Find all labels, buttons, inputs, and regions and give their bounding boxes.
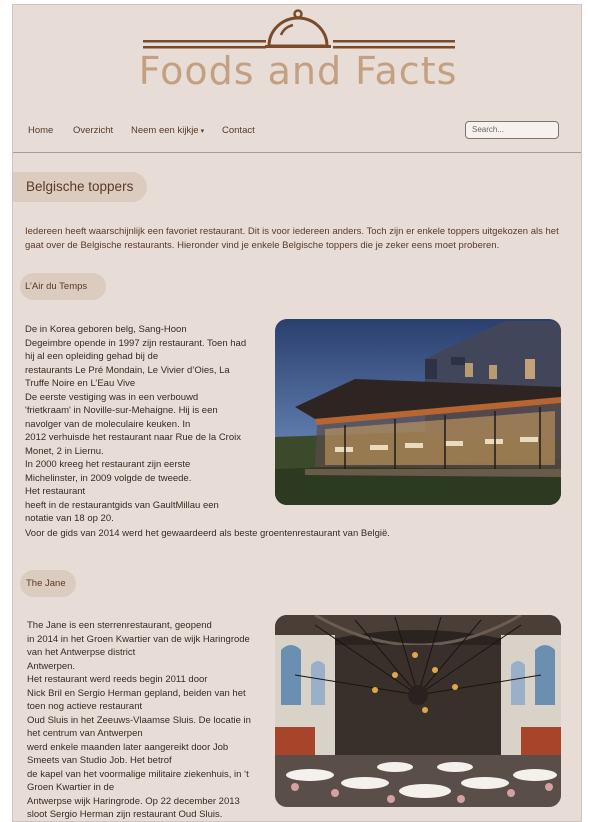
restaurant-photo-1	[275, 319, 561, 505]
site-logo[interactable]: Foods and Facts	[13, 5, 581, 105]
chevron-down-icon: ▾	[200, 128, 205, 135]
restaurant-photo-2-image	[275, 615, 561, 807]
search-placeholder: Search...	[472, 125, 505, 134]
nav-neem-een-kijkje-label: Neem een kijkje	[131, 125, 199, 136]
restaurant-photo-2	[275, 615, 561, 807]
nav-contact[interactable]: Contact	[222, 125, 255, 136]
nav-divider	[13, 152, 581, 153]
nav-home[interactable]: Home	[28, 125, 53, 136]
restaurant-footer-1: Voor de gids van 2014 werd het gewaardee…	[25, 528, 390, 539]
navbar: Home Overzicht Neem een kijkje ▾ Contact …	[13, 117, 581, 151]
search-input[interactable]: Search...	[465, 121, 559, 139]
restaurant-photo-1-image	[275, 319, 561, 505]
nav-overzicht[interactable]: Overzicht	[73, 125, 113, 136]
site-title: Foods and Facts	[138, 49, 458, 93]
intro-text: Iedereen heeft waarschijnlijk een favori…	[25, 226, 559, 251]
nav-neem-een-kijkje[interactable]: Neem een kijkje ▾	[131, 125, 204, 136]
restaurant-title-2: The Jane	[20, 570, 76, 597]
page: Foods and Facts Home Overzicht Neem een …	[12, 4, 582, 822]
restaurant-text-1: De in Korea geboren belg, Sang-Hoon Dege…	[25, 324, 247, 524]
restaurant-title-1: L’Air du Temps	[20, 273, 106, 300]
restaurant-text-2: The Jane is een sterrenrestaurant, geope…	[27, 620, 251, 820]
page-title: Belgische toppers	[13, 172, 147, 202]
